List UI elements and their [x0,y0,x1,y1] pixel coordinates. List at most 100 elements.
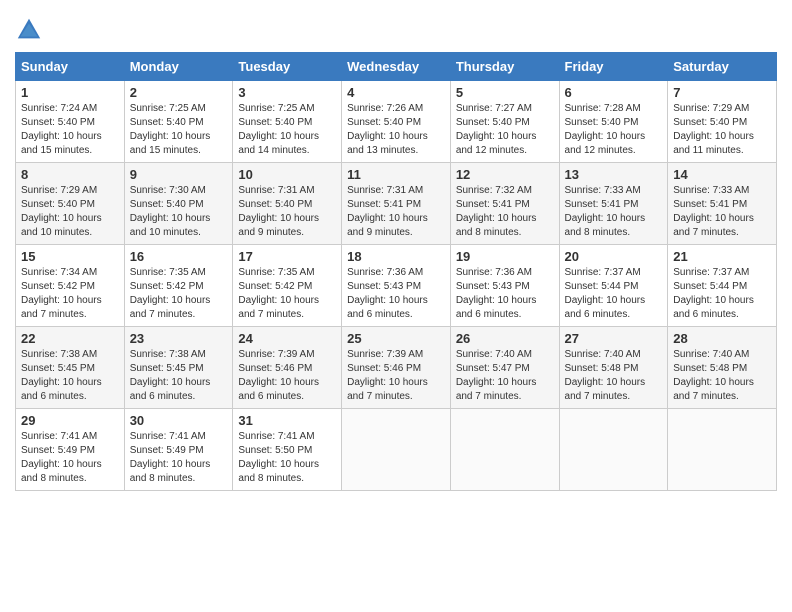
day-info: Sunrise: 7:34 AMSunset: 5:42 PMDaylight:… [21,267,102,320]
calendar-day-cell: 17 Sunrise: 7:35 AMSunset: 5:42 PMDaylig… [233,245,342,327]
col-header-wednesday: Wednesday [342,53,451,81]
calendar-week-row: 1 Sunrise: 7:24 AMSunset: 5:40 PMDayligh… [16,81,777,163]
calendar-day-cell: 4 Sunrise: 7:26 AMSunset: 5:40 PMDayligh… [342,81,451,163]
day-number: 22 [21,331,119,346]
day-info: Sunrise: 7:38 AMSunset: 5:45 PMDaylight:… [21,349,102,402]
calendar-day-cell [559,409,668,491]
calendar-day-cell: 5 Sunrise: 7:27 AMSunset: 5:40 PMDayligh… [450,81,559,163]
day-info: Sunrise: 7:31 AMSunset: 5:40 PMDaylight:… [238,185,319,238]
day-number: 28 [673,331,771,346]
day-number: 30 [130,413,228,428]
day-info: Sunrise: 7:24 AMSunset: 5:40 PMDaylight:… [21,103,102,156]
calendar-day-cell [450,409,559,491]
day-number: 14 [673,167,771,182]
calendar-week-row: 22 Sunrise: 7:38 AMSunset: 5:45 PMDaylig… [16,327,777,409]
calendar-day-cell: 31 Sunrise: 7:41 AMSunset: 5:50 PMDaylig… [233,409,342,491]
calendar-day-cell: 22 Sunrise: 7:38 AMSunset: 5:45 PMDaylig… [16,327,125,409]
calendar-week-row: 8 Sunrise: 7:29 AMSunset: 5:40 PMDayligh… [16,163,777,245]
day-info: Sunrise: 7:41 AMSunset: 5:49 PMDaylight:… [21,431,102,484]
col-header-friday: Friday [559,53,668,81]
day-number: 27 [565,331,663,346]
col-header-tuesday: Tuesday [233,53,342,81]
day-info: Sunrise: 7:33 AMSunset: 5:41 PMDaylight:… [565,185,646,238]
col-header-saturday: Saturday [668,53,777,81]
calendar-day-cell: 27 Sunrise: 7:40 AMSunset: 5:48 PMDaylig… [559,327,668,409]
day-number: 3 [238,85,336,100]
day-number: 31 [238,413,336,428]
day-number: 25 [347,331,445,346]
calendar-day-cell: 21 Sunrise: 7:37 AMSunset: 5:44 PMDaylig… [668,245,777,327]
day-number: 21 [673,249,771,264]
calendar-day-cell: 2 Sunrise: 7:25 AMSunset: 5:40 PMDayligh… [124,81,233,163]
day-number: 19 [456,249,554,264]
calendar-day-cell: 26 Sunrise: 7:40 AMSunset: 5:47 PMDaylig… [450,327,559,409]
calendar-week-row: 15 Sunrise: 7:34 AMSunset: 5:42 PMDaylig… [16,245,777,327]
calendar-day-cell: 12 Sunrise: 7:32 AMSunset: 5:41 PMDaylig… [450,163,559,245]
day-number: 23 [130,331,228,346]
calendar-day-cell: 16 Sunrise: 7:35 AMSunset: 5:42 PMDaylig… [124,245,233,327]
day-number: 10 [238,167,336,182]
logo-icon [15,16,43,44]
calendar-day-cell: 24 Sunrise: 7:39 AMSunset: 5:46 PMDaylig… [233,327,342,409]
day-number: 12 [456,167,554,182]
day-info: Sunrise: 7:40 AMSunset: 5:48 PMDaylight:… [673,349,754,402]
col-header-monday: Monday [124,53,233,81]
day-info: Sunrise: 7:36 AMSunset: 5:43 PMDaylight:… [456,267,537,320]
day-info: Sunrise: 7:29 AMSunset: 5:40 PMDaylight:… [21,185,102,238]
day-info: Sunrise: 7:28 AMSunset: 5:40 PMDaylight:… [565,103,646,156]
calendar-day-cell: 9 Sunrise: 7:30 AMSunset: 5:40 PMDayligh… [124,163,233,245]
calendar-day-cell: 23 Sunrise: 7:38 AMSunset: 5:45 PMDaylig… [124,327,233,409]
col-header-thursday: Thursday [450,53,559,81]
day-number: 6 [565,85,663,100]
day-info: Sunrise: 7:35 AMSunset: 5:42 PMDaylight:… [130,267,211,320]
day-info: Sunrise: 7:25 AMSunset: 5:40 PMDaylight:… [238,103,319,156]
calendar-table: SundayMondayTuesdayWednesdayThursdayFrid… [15,52,777,491]
day-number: 20 [565,249,663,264]
day-number: 11 [347,167,445,182]
day-info: Sunrise: 7:38 AMSunset: 5:45 PMDaylight:… [130,349,211,402]
day-number: 13 [565,167,663,182]
calendar-day-cell: 11 Sunrise: 7:31 AMSunset: 5:41 PMDaylig… [342,163,451,245]
calendar-day-cell: 1 Sunrise: 7:24 AMSunset: 5:40 PMDayligh… [16,81,125,163]
day-info: Sunrise: 7:37 AMSunset: 5:44 PMDaylight:… [565,267,646,320]
day-info: Sunrise: 7:29 AMSunset: 5:40 PMDaylight:… [673,103,754,156]
calendar-day-cell [342,409,451,491]
day-number: 8 [21,167,119,182]
col-header-sunday: Sunday [16,53,125,81]
day-info: Sunrise: 7:36 AMSunset: 5:43 PMDaylight:… [347,267,428,320]
calendar-day-cell: 25 Sunrise: 7:39 AMSunset: 5:46 PMDaylig… [342,327,451,409]
logo [15,16,47,44]
day-info: Sunrise: 7:27 AMSunset: 5:40 PMDaylight:… [456,103,537,156]
day-number: 7 [673,85,771,100]
day-info: Sunrise: 7:39 AMSunset: 5:46 PMDaylight:… [238,349,319,402]
day-number: 17 [238,249,336,264]
day-number: 26 [456,331,554,346]
calendar-header-row: SundayMondayTuesdayWednesdayThursdayFrid… [16,53,777,81]
day-number: 18 [347,249,445,264]
day-number: 1 [21,85,119,100]
calendar-day-cell: 30 Sunrise: 7:41 AMSunset: 5:49 PMDaylig… [124,409,233,491]
day-info: Sunrise: 7:26 AMSunset: 5:40 PMDaylight:… [347,103,428,156]
calendar-day-cell: 13 Sunrise: 7:33 AMSunset: 5:41 PMDaylig… [559,163,668,245]
day-info: Sunrise: 7:39 AMSunset: 5:46 PMDaylight:… [347,349,428,402]
day-info: Sunrise: 7:37 AMSunset: 5:44 PMDaylight:… [673,267,754,320]
calendar-day-cell: 14 Sunrise: 7:33 AMSunset: 5:41 PMDaylig… [668,163,777,245]
day-info: Sunrise: 7:41 AMSunset: 5:49 PMDaylight:… [130,431,211,484]
day-number: 4 [347,85,445,100]
calendar-day-cell: 28 Sunrise: 7:40 AMSunset: 5:48 PMDaylig… [668,327,777,409]
calendar-day-cell: 20 Sunrise: 7:37 AMSunset: 5:44 PMDaylig… [559,245,668,327]
calendar-day-cell: 6 Sunrise: 7:28 AMSunset: 5:40 PMDayligh… [559,81,668,163]
day-info: Sunrise: 7:33 AMSunset: 5:41 PMDaylight:… [673,185,754,238]
day-number: 16 [130,249,228,264]
calendar-day-cell: 15 Sunrise: 7:34 AMSunset: 5:42 PMDaylig… [16,245,125,327]
day-info: Sunrise: 7:30 AMSunset: 5:40 PMDaylight:… [130,185,211,238]
day-number: 29 [21,413,119,428]
header [15,10,777,44]
day-number: 5 [456,85,554,100]
day-info: Sunrise: 7:32 AMSunset: 5:41 PMDaylight:… [456,185,537,238]
day-number: 24 [238,331,336,346]
calendar-day-cell: 18 Sunrise: 7:36 AMSunset: 5:43 PMDaylig… [342,245,451,327]
day-info: Sunrise: 7:41 AMSunset: 5:50 PMDaylight:… [238,431,319,484]
calendar-day-cell [668,409,777,491]
calendar-day-cell: 19 Sunrise: 7:36 AMSunset: 5:43 PMDaylig… [450,245,559,327]
